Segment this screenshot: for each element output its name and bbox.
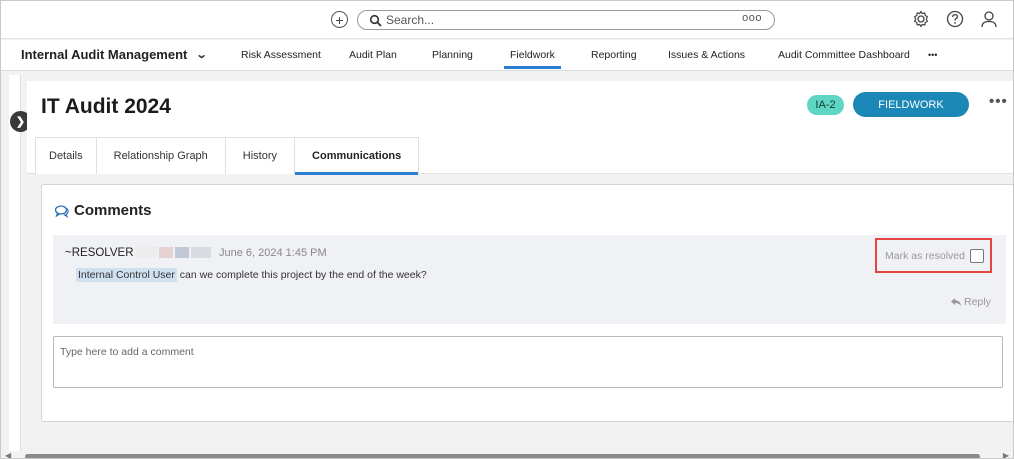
search-input[interactable]: Search... (386, 13, 434, 27)
reply-button[interactable]: Reply (950, 296, 991, 308)
app-switcher[interactable]: Internal Audit Management ⌄ (21, 47, 208, 62)
comments-title: Comments (54, 202, 152, 219)
app-window: + Search... ooo Internal Audit Managemen… (0, 0, 1014, 459)
nav-item-fieldwork[interactable]: Fieldwork (504, 49, 561, 69)
search-bar[interactable]: Search... ooo (357, 10, 775, 30)
redacted-name (135, 247, 157, 258)
reply-label: Reply (964, 296, 991, 308)
more-options-icon[interactable]: ••• (989, 93, 1008, 110)
user-mention[interactable]: Internal Control User (76, 268, 177, 282)
tab-label: History (242, 150, 278, 162)
tab-label: Details (49, 150, 83, 162)
scrollbar-thumb[interactable] (25, 454, 980, 458)
reply-icon (951, 298, 961, 306)
redacted-name (175, 247, 189, 258)
top-bar: + Search... ooo (1, 1, 1013, 39)
comments-card: Comments ~RESOLVER June 6, 2024 1:45 PM … (41, 184, 1013, 422)
record-header: IT Audit 2024 IA-2 FIELDWORK ••• Details… (27, 81, 1013, 175)
tab-details[interactable]: Details (35, 138, 97, 174)
record-tabs: Details Relationship Graph History Commu… (35, 137, 420, 175)
comment-item: ~RESOLVER June 6, 2024 1:45 PM Internal … (53, 235, 1006, 324)
scroll-right-icon[interactable]: ▶ (1003, 451, 1009, 458)
scroll-left-icon[interactable]: ◀ (5, 451, 11, 458)
horizontal-scrollbar[interactable]: ◀ ▶ (1, 451, 1013, 458)
help-icon[interactable] (945, 9, 965, 29)
user-icon[interactable] (979, 9, 999, 29)
side-panel (9, 75, 21, 455)
nav-more-icon[interactable]: ••• (928, 50, 937, 60)
nav-item-issues-actions[interactable]: Issues & Actions (668, 49, 745, 61)
app-name: Internal Audit Management (21, 47, 188, 62)
redacted-name (159, 247, 173, 258)
comment-body: Internal Control User can we complete th… (76, 268, 427, 282)
tab-label: Communications (312, 150, 402, 162)
chevron-down-icon: ⌄ (195, 49, 208, 61)
tab-label: Relationship Graph (113, 150, 208, 162)
gear-icon[interactable] (911, 9, 931, 29)
page-title: IT Audit 2024 (41, 95, 171, 118)
redacted-name (191, 247, 211, 258)
comment-author: ~RESOLVER (65, 247, 134, 259)
main-nav: Internal Audit Management ⌄ Risk Assessm… (1, 40, 1013, 71)
nav-item-audit-plan[interactable]: Audit Plan (349, 49, 397, 61)
comment-input[interactable] (53, 336, 1003, 388)
tab-history[interactable]: History (225, 138, 296, 174)
workflow-status-button[interactable]: FIELDWORK (853, 92, 969, 117)
search-options-icon[interactable]: ooo (742, 12, 762, 24)
tab-relationship-graph[interactable]: Relationship Graph (96, 138, 226, 174)
nav-item-audit-committee-dashboard[interactable]: Audit Committee Dashboard (778, 49, 910, 61)
mark-resolved-label: Mark as resolved (885, 249, 965, 262)
mark-resolved-checkbox[interactable] (970, 248, 984, 263)
record-id-badge: IA-2 (807, 95, 844, 115)
mark-resolved-control[interactable]: Mark as resolved (875, 238, 992, 273)
nav-item-planning[interactable]: Planning (432, 49, 473, 61)
plus-circle-icon[interactable]: + (331, 11, 348, 28)
nav-item-reporting[interactable]: Reporting (591, 49, 637, 61)
comments-title-text: Comments (74, 202, 152, 219)
comments-icon (54, 204, 69, 218)
comment-text: can we complete this project by the end … (176, 269, 427, 281)
comment-timestamp: June 6, 2024 1:45 PM (219, 247, 327, 259)
nav-item-risk-assessment[interactable]: Risk Assessment (241, 49, 321, 61)
tab-communications[interactable]: Communications (295, 138, 420, 175)
search-icon (369, 14, 382, 27)
